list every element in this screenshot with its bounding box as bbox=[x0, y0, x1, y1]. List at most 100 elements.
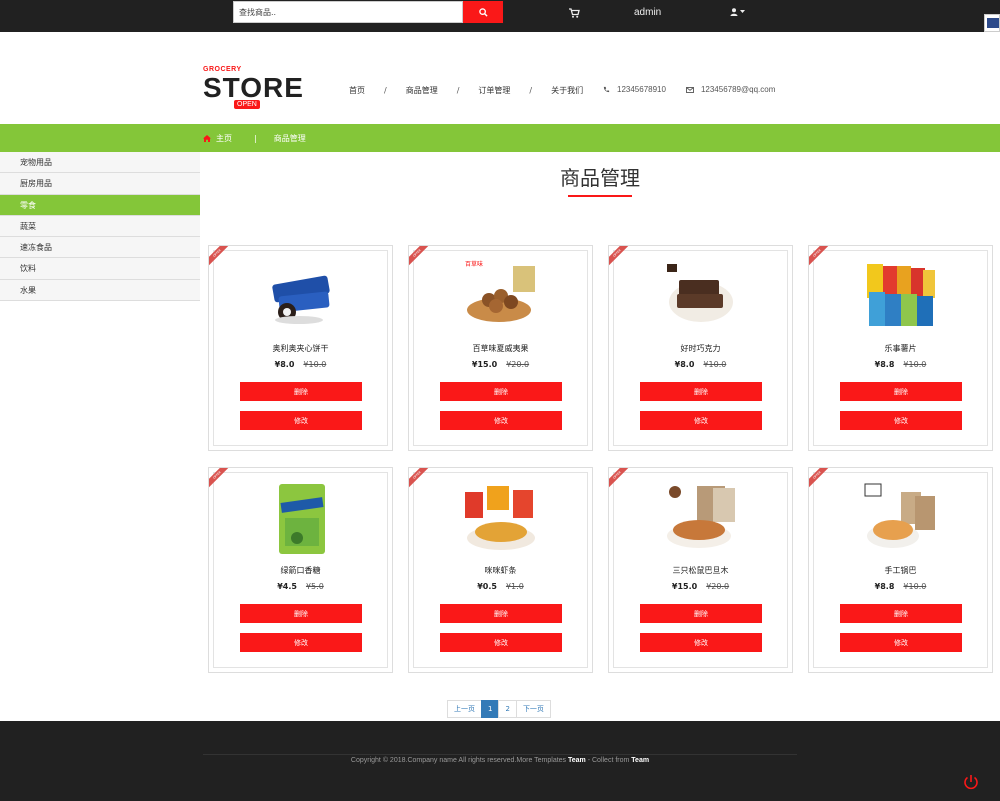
delete-button[interactable]: 删除 bbox=[840, 382, 962, 401]
product-prices: ¥8.8 ¥10.0 bbox=[809, 360, 992, 369]
top-bar: admin bbox=[0, 0, 1000, 32]
page-2-button[interactable]: 2 bbox=[498, 700, 517, 718]
user-icon bbox=[730, 8, 738, 16]
sidebar-item-pet[interactable]: 宠物用品 bbox=[0, 152, 200, 174]
power-icon[interactable] bbox=[962, 773, 980, 791]
next-page-button[interactable]: 下一页 bbox=[515, 700, 551, 718]
sidebar-item-vegetables[interactable]: 蔬菜 bbox=[0, 215, 200, 238]
nav-separator: / bbox=[456, 86, 460, 95]
sidebar-item-fruit[interactable]: 水果 bbox=[0, 279, 200, 302]
product-price: ¥4.5 bbox=[277, 582, 297, 591]
product-name[interactable]: 咪咪虾条 bbox=[409, 565, 592, 576]
product-price: ¥0.5 bbox=[477, 582, 497, 591]
product-old-price: ¥1.0 bbox=[505, 582, 524, 591]
product-image-lays[interactable] bbox=[863, 258, 939, 334]
home-icon bbox=[203, 135, 211, 142]
product-price: ¥8.8 bbox=[874, 360, 895, 369]
product-price: ¥8.8 bbox=[874, 582, 895, 591]
nav-item-home[interactable]: 首页 bbox=[349, 85, 365, 96]
edit-button[interactable]: 修改 bbox=[640, 411, 762, 430]
product-image-oreo[interactable] bbox=[263, 258, 339, 334]
product-image-shrimp-sticks[interactable] bbox=[463, 480, 539, 556]
page-title: 商品管理 bbox=[560, 166, 640, 190]
sidebar-item-kitchen[interactable]: 厨房用品 bbox=[0, 173, 200, 195]
delete-button[interactable]: 删除 bbox=[440, 604, 562, 623]
delete-button[interactable]: 删除 bbox=[640, 382, 762, 401]
user-menu[interactable] bbox=[730, 8, 745, 16]
edit-button[interactable]: 修改 bbox=[240, 633, 362, 652]
nav-item-products[interactable]: 商品管理 bbox=[406, 85, 438, 96]
delete-button[interactable]: 删除 bbox=[440, 382, 562, 401]
page-1-button[interactable]: 1 bbox=[481, 700, 500, 718]
nav-item-about[interactable]: 关于我们 bbox=[551, 85, 583, 96]
product-old-price: ¥10.0 bbox=[903, 582, 927, 591]
product-card: OFFER 三只松鼠巴旦木 ¥15.0 ¥20.0 删除 修改 bbox=[608, 467, 793, 673]
edit-button[interactable]: 修改 bbox=[440, 411, 562, 430]
product-price: ¥15.0 bbox=[671, 582, 698, 591]
sidebar-item-drinks[interactable]: 饮料 bbox=[0, 258, 200, 280]
product-name[interactable]: 好时巧克力 bbox=[609, 343, 792, 354]
nav-separator: / bbox=[529, 86, 533, 95]
product-prices: ¥15.0 ¥20.0 bbox=[609, 582, 792, 591]
breadcrumb: 主页 | 商品管理 bbox=[203, 133, 306, 144]
sidebar-item-snacks[interactable]: 零食 bbox=[0, 194, 200, 216]
product-image-macadamia[interactable]: 百草味 bbox=[463, 258, 539, 334]
delete-button[interactable]: 删除 bbox=[240, 382, 362, 401]
nav-separator: / bbox=[384, 86, 387, 95]
footer-link-team-collect[interactable]: Team bbox=[631, 757, 649, 764]
footer: Copyright © 2018.Company name All rights… bbox=[0, 721, 1000, 801]
edit-button[interactable]: 修改 bbox=[840, 411, 962, 430]
store-logo[interactable]: GROCERY STORE OPEN bbox=[203, 66, 303, 118]
offer-ribbon: OFFER bbox=[409, 246, 431, 268]
breadcrumb-current: 商品管理 bbox=[273, 134, 306, 143]
breadcrumb-home[interactable]: 主页 bbox=[216, 133, 232, 144]
offer-ribbon: OFFER bbox=[409, 468, 431, 490]
offer-ribbon: OFFER bbox=[209, 246, 231, 268]
product-name[interactable]: 奥利奥夹心饼干 bbox=[209, 343, 392, 354]
svg-text:百草味: 百草味 bbox=[465, 260, 483, 268]
product-card: OFFER 好时巧克力 ¥8.0 ¥10.0 删除 修改 bbox=[608, 245, 793, 451]
edit-button[interactable]: 修改 bbox=[240, 411, 362, 430]
footer-link-team[interactable]: Team bbox=[568, 757, 586, 764]
product-name[interactable]: 百草味夏威夷果 bbox=[409, 343, 592, 354]
product-old-price: ¥10.0 bbox=[903, 360, 927, 369]
delete-button[interactable]: 删除 bbox=[640, 604, 762, 623]
product-image-crispy-rice[interactable] bbox=[863, 480, 939, 556]
product-card: OFFER 奥利奥夹心饼干 ¥8.0 ¥10.0 删除 修改 bbox=[208, 245, 393, 451]
product-name[interactable]: 乐事薯片 bbox=[809, 343, 992, 354]
contact-info: 12345678910 123456789@qq.com bbox=[603, 85, 775, 94]
edit-button[interactable]: 修改 bbox=[840, 633, 962, 652]
search-input[interactable] bbox=[233, 1, 463, 23]
main-nav: 首页 / 商品管理 / 订单管理 / 关于我们 bbox=[349, 85, 583, 96]
search-button[interactable] bbox=[463, 1, 503, 23]
product-prices: ¥15.0 ¥20.0 bbox=[409, 360, 592, 369]
nav-item-orders[interactable]: 订单管理 bbox=[478, 85, 510, 96]
email-address[interactable]: 123456789@qq.com bbox=[701, 85, 775, 94]
product-image-hershey[interactable] bbox=[663, 258, 739, 334]
product-prices: ¥8.0 ¥10.0 bbox=[209, 360, 392, 369]
title-underline bbox=[568, 195, 632, 197]
product-image-doublemint[interactable] bbox=[263, 480, 339, 556]
prev-page-button[interactable]: 上一页 bbox=[447, 700, 482, 718]
search-form bbox=[233, 1, 503, 23]
product-image-almonds[interactable] bbox=[663, 480, 739, 556]
product-old-price: ¥5.0 bbox=[305, 582, 324, 591]
delete-button[interactable]: 删除 bbox=[240, 604, 362, 623]
cart-icon[interactable] bbox=[568, 7, 580, 19]
footer-divider bbox=[203, 754, 797, 755]
sidebar-item-frozen[interactable]: 速冻食品 bbox=[0, 237, 200, 259]
offer-ribbon: OFFER bbox=[209, 468, 231, 490]
offer-ribbon: OFFER bbox=[609, 468, 631, 490]
username[interactable]: admin bbox=[634, 7, 661, 18]
product-name[interactable]: 手工锅巴 bbox=[809, 565, 992, 576]
product-name[interactable]: 绿箭口香糖 bbox=[209, 565, 392, 576]
pagination: 上一页 1 2 下一页 bbox=[447, 700, 551, 718]
caret-down-icon bbox=[740, 10, 745, 13]
edit-button[interactable]: 修改 bbox=[640, 633, 762, 652]
product-card: OFFER 百草味 百草味夏威夷果 ¥15.0 ¥20.0 删除 修改 bbox=[408, 245, 593, 451]
product-name[interactable]: 三只松鼠巴旦木 bbox=[609, 565, 792, 576]
delete-button[interactable]: 删除 bbox=[840, 604, 962, 623]
offer-ribbon: OFFER bbox=[809, 468, 831, 490]
browser-extension-widget[interactable] bbox=[984, 14, 1000, 32]
edit-button[interactable]: 修改 bbox=[440, 633, 562, 652]
